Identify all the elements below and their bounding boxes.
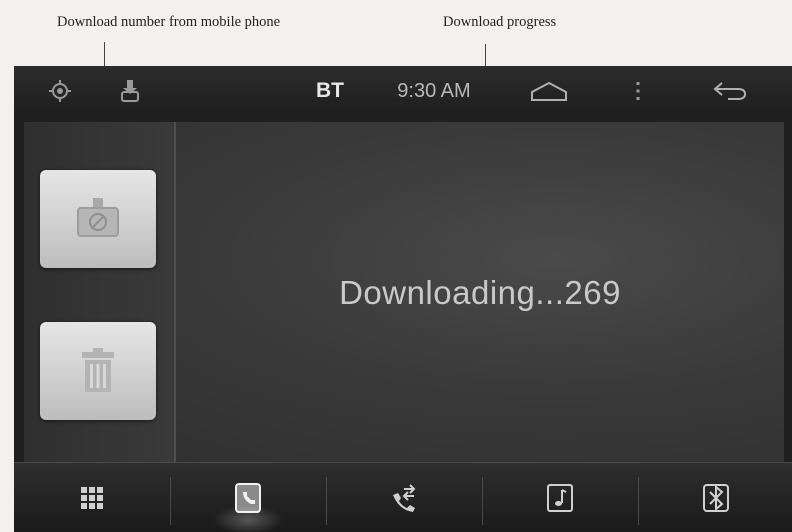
dock-apps-button[interactable] xyxy=(14,463,170,532)
dock-bt-settings-button[interactable] xyxy=(638,463,792,532)
back-icon[interactable] xyxy=(708,66,752,116)
menu-icon[interactable] xyxy=(628,66,648,116)
delete-button[interactable] xyxy=(40,322,156,420)
clock-time: 9:30 AM xyxy=(397,79,471,102)
annotation-download-progress: Download progress xyxy=(443,14,557,30)
trash-icon xyxy=(82,348,114,392)
side-panel xyxy=(24,122,176,462)
bt-settings-icon xyxy=(703,484,729,512)
bt-label: BT xyxy=(316,79,344,102)
dock-call-log-button[interactable] xyxy=(326,463,482,532)
call-log-icon xyxy=(393,484,416,512)
gps-icon xyxy=(44,66,76,116)
download-contacts-icon xyxy=(77,198,119,237)
status-bar: BT 9:30 AM xyxy=(14,66,792,116)
bottom-dock xyxy=(14,462,792,532)
content-area: Downloading...269 xyxy=(24,122,784,462)
download-display: Downloading...269 xyxy=(176,122,784,462)
annotation-leader-line xyxy=(104,42,105,68)
music-icon xyxy=(547,484,573,512)
dock-phonebook-button[interactable] xyxy=(170,463,326,532)
annotation-download-number: Download number from mobile phone xyxy=(57,14,281,30)
manual-page: Download number from mobile phone Downlo… xyxy=(0,0,792,532)
dock-music-button[interactable] xyxy=(482,463,638,532)
home-icon[interactable] xyxy=(524,66,574,116)
download-status-text: Downloading...269 xyxy=(339,274,621,311)
device-screen: BT 9:30 AM Downloading...269 xyxy=(14,66,792,532)
apps-grid-icon xyxy=(81,487,103,509)
phonebook-icon xyxy=(235,483,261,513)
download-icon xyxy=(114,66,146,116)
download-contacts-button[interactable] xyxy=(40,170,156,268)
